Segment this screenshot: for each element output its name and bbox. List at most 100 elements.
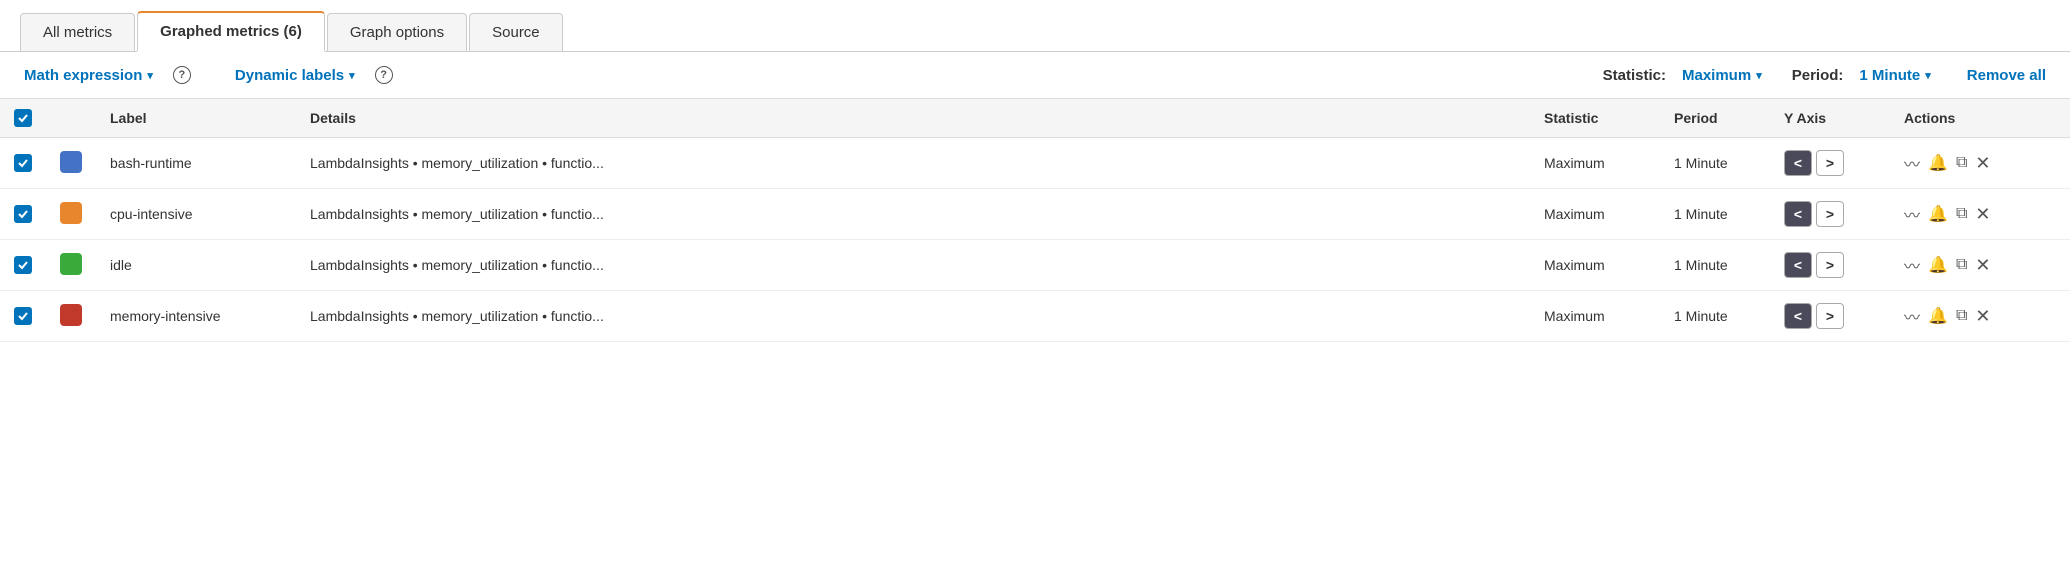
row-yaxis-left-btn-3[interactable]: < (1784, 303, 1812, 329)
row-yaxis-cell: < > (1770, 138, 1890, 189)
th-checkbox (0, 99, 46, 138)
row-yaxis-right-btn-0[interactable]: > (1816, 150, 1844, 176)
row-details-3: LambdaInsights • memory_utilization • fu… (310, 308, 604, 324)
row-remove-icon-1[interactable]: ✕ (1975, 204, 1990, 225)
row-period-3: 1 Minute (1674, 308, 1728, 324)
row-period-cell: 1 Minute (1660, 240, 1770, 291)
row-checkbox-2[interactable] (14, 256, 32, 274)
row-alarm-icon-2[interactable]: 🔔 (1928, 255, 1948, 275)
th-details: Details (296, 99, 1530, 138)
row-color-swatch-3[interactable] (60, 304, 82, 326)
period-chevron-icon: ▾ (1925, 69, 1931, 82)
row-details-cell: LambdaInsights • memory_utilization • fu… (296, 138, 1530, 189)
row-checkbox-cell (0, 291, 46, 342)
period-dropdown[interactable]: 1 Minute ▾ (1859, 67, 1930, 84)
row-graph-icon-1[interactable]: 〰 (1904, 202, 1920, 226)
statistic-dropdown[interactable]: Maximum ▾ (1682, 67, 1762, 84)
th-period: Period (1660, 99, 1770, 138)
th-actions: Actions (1890, 99, 2070, 138)
math-expression-dropdown[interactable]: Math expression ▾ (24, 67, 153, 84)
period-prefix-label: Period: (1792, 67, 1844, 84)
row-yaxis-left-btn-2[interactable]: < (1784, 252, 1812, 278)
row-alarm-icon-3[interactable]: 🔔 (1928, 306, 1948, 326)
th-yaxis: Y Axis (1770, 99, 1890, 138)
tab-graphed-metrics[interactable]: Graphed metrics (6) (137, 11, 325, 52)
row-color-swatch-2[interactable] (60, 253, 82, 275)
row-yaxis-left-btn-1[interactable]: < (1784, 201, 1812, 227)
row-remove-icon-3[interactable]: ✕ (1975, 306, 1990, 327)
dynamic-labels-label: Dynamic labels (235, 67, 344, 84)
row-yaxis-control-1: < > (1784, 201, 1876, 227)
math-expression-chevron-icon: ▾ (147, 69, 153, 82)
row-color-cell (46, 138, 96, 189)
row-alarm-icon-0[interactable]: 🔔 (1928, 153, 1948, 173)
row-details-cell: LambdaInsights • memory_utilization • fu… (296, 189, 1530, 240)
row-yaxis-right-btn-3[interactable]: > (1816, 303, 1844, 329)
math-expression-help-icon[interactable]: ? (173, 66, 191, 84)
row-checkbox-1[interactable] (14, 205, 32, 223)
row-statistic-cell: Maximum (1530, 291, 1660, 342)
dynamic-labels-chevron-icon: ▾ (349, 69, 355, 82)
header-checkbox[interactable] (14, 109, 32, 127)
row-copy-icon-2[interactable]: ⧉ (1956, 256, 1967, 274)
row-actions-0: 〰 🔔 ⧉ ✕ (1904, 151, 2056, 175)
row-yaxis-right-btn-2[interactable]: > (1816, 252, 1844, 278)
row-remove-icon-0[interactable]: ✕ (1975, 153, 1990, 174)
row-yaxis-left-btn-0[interactable]: < (1784, 150, 1812, 176)
row-yaxis-control-3: < > (1784, 303, 1876, 329)
row-color-cell (46, 189, 96, 240)
row-checkbox-cell (0, 189, 46, 240)
row-color-cell (46, 240, 96, 291)
row-remove-icon-2[interactable]: ✕ (1975, 255, 1990, 276)
tab-bar: All metrics Graphed metrics (6) Graph op… (0, 0, 2070, 51)
row-graph-icon-3[interactable]: 〰 (1904, 304, 1920, 328)
tab-graph-options[interactable]: Graph options (327, 13, 467, 51)
table-row: idle LambdaInsights • memory_utilization… (0, 240, 2070, 291)
row-yaxis-cell: < > (1770, 189, 1890, 240)
row-details-cell: LambdaInsights • memory_utilization • fu… (296, 291, 1530, 342)
row-label-2: idle (110, 257, 132, 273)
statistic-prefix-label: Statistic: (1603, 67, 1666, 84)
math-expression-label: Math expression (24, 67, 142, 84)
row-copy-icon-3[interactable]: ⧉ (1956, 307, 1967, 325)
row-color-swatch-0[interactable] (60, 151, 82, 173)
row-graph-icon-0[interactable]: 〰 (1904, 151, 1920, 175)
tab-all-metrics[interactable]: All metrics (20, 13, 135, 51)
row-period-1: 1 Minute (1674, 206, 1728, 222)
statistic-chevron-icon: ▾ (1756, 69, 1762, 82)
row-copy-icon-1[interactable]: ⧉ (1956, 205, 1967, 223)
row-label-cell: cpu-intensive (96, 189, 296, 240)
row-statistic-3: Maximum (1544, 308, 1605, 324)
row-statistic-0: Maximum (1544, 155, 1605, 171)
row-yaxis-control-0: < > (1784, 150, 1876, 176)
table-row: memory-intensive LambdaInsights • memory… (0, 291, 2070, 342)
row-alarm-icon-1[interactable]: 🔔 (1928, 204, 1948, 224)
row-actions-cell: 〰 🔔 ⧉ ✕ (1890, 189, 2070, 240)
row-yaxis-cell: < > (1770, 291, 1890, 342)
dynamic-labels-help-icon[interactable]: ? (375, 66, 393, 84)
row-graph-icon-2[interactable]: 〰 (1904, 253, 1920, 277)
row-label-3: memory-intensive (110, 308, 220, 324)
period-value-label: 1 Minute (1859, 67, 1920, 84)
remove-all-button[interactable]: Remove all (1967, 67, 2046, 84)
table-row: cpu-intensive LambdaInsights • memory_ut… (0, 189, 2070, 240)
row-actions-1: 〰 🔔 ⧉ ✕ (1904, 202, 2056, 226)
row-statistic-2: Maximum (1544, 257, 1605, 273)
toolbar-right: Statistic: Maximum ▾ Period: 1 Minute ▾ … (1603, 67, 2046, 84)
row-actions-2: 〰 🔔 ⧉ ✕ (1904, 253, 2056, 277)
row-actions-cell: 〰 🔔 ⧉ ✕ (1890, 291, 2070, 342)
th-color (46, 99, 96, 138)
tab-source[interactable]: Source (469, 13, 563, 51)
row-checkbox-3[interactable] (14, 307, 32, 325)
row-color-swatch-1[interactable] (60, 202, 82, 224)
row-copy-icon-0[interactable]: ⧉ (1956, 154, 1967, 172)
row-details-0: LambdaInsights • memory_utilization • fu… (310, 155, 604, 171)
dynamic-labels-dropdown[interactable]: Dynamic labels ▾ (235, 67, 355, 84)
row-yaxis-right-btn-1[interactable]: > (1816, 201, 1844, 227)
row-label-cell: bash-runtime (96, 138, 296, 189)
row-statistic-cell: Maximum (1530, 189, 1660, 240)
row-checkbox-0[interactable] (14, 154, 32, 172)
statistic-value-label: Maximum (1682, 67, 1751, 84)
row-period-cell: 1 Minute (1660, 291, 1770, 342)
table-header-row: Label Details Statistic Period Y Axis Ac… (0, 99, 2070, 138)
